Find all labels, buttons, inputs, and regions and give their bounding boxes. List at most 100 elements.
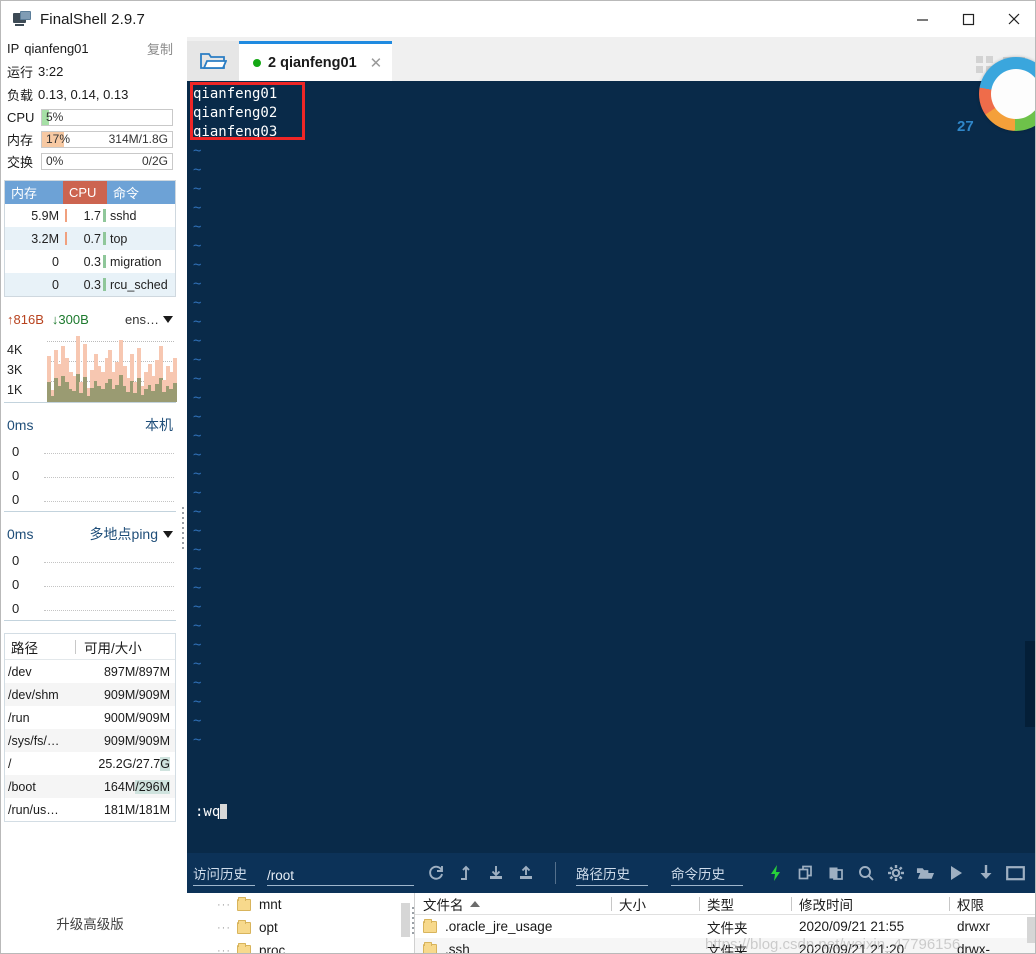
- column-header-command[interactable]: 命令: [107, 181, 175, 204]
- folder-open-icon[interactable]: [916, 864, 935, 883]
- disk-row[interactable]: / 25.2G/27.7G: [5, 752, 175, 775]
- cpu-bar-icon: [101, 278, 108, 291]
- play-icon[interactable]: [946, 864, 965, 883]
- network-y-label: 1K: [7, 383, 23, 397]
- tree-node-opt[interactable]: ··· opt: [187, 916, 414, 939]
- remote-path-input[interactable]: /root: [267, 860, 414, 886]
- column-header-permissions[interactable]: 权限: [949, 894, 1035, 914]
- tree-line: ···: [217, 921, 231, 934]
- file-permissions: drwxr: [957, 919, 990, 934]
- open-folder-button[interactable]: [187, 41, 239, 81]
- network-interface-selector[interactable]: ens…: [125, 312, 173, 327]
- process-memory: 5.9M: [31, 208, 59, 223]
- visit-history-field[interactable]: 访问历史: [193, 860, 256, 886]
- file-list-scrollbar[interactable]: [1027, 917, 1035, 943]
- disk-row[interactable]: /run 900M/909M: [5, 706, 175, 729]
- download-icon[interactable]: [486, 864, 505, 883]
- gear-icon[interactable]: [886, 864, 905, 883]
- process-cpu: 0.3: [83, 277, 101, 292]
- terminal-empty-line: ~: [193, 276, 202, 292]
- disk-row[interactable]: /run/us… 181M/181M: [5, 798, 175, 821]
- gauge-value: 27: [957, 118, 974, 135]
- command-history-button[interactable]: 命令历史: [671, 860, 743, 886]
- download-arrow-icon[interactable]: [976, 864, 995, 883]
- open-folder-icon: [200, 53, 227, 69]
- gridline: [44, 562, 174, 563]
- terminal-command-line: :wq: [195, 804, 228, 820]
- tab-close-icon[interactable]: ✕: [370, 54, 383, 72]
- tree-node-proc[interactable]: ··· proc: [187, 939, 414, 953]
- sidebar-splitter[interactable]: [179, 37, 187, 953]
- multi-ping-selector[interactable]: 多地点ping: [90, 524, 173, 544]
- search-icon[interactable]: [856, 864, 875, 883]
- disk-row[interactable]: /dev 897M/897M: [5, 660, 175, 683]
- minimize-button[interactable]: [899, 1, 945, 37]
- column-header-memory[interactable]: 内存: [5, 181, 63, 204]
- network-plot-area: [47, 333, 177, 402]
- terminal-output[interactable]: qianfeng01 qianfeng02 qianfeng03 ~ ~ ~ ~ ~ ~ ~ ~ ~ ~…: [187, 81, 1035, 853]
- column-header-path[interactable]: 路径: [5, 637, 75, 657]
- connection-status-icon: [253, 58, 261, 67]
- terminal-empty-line: ~: [193, 428, 202, 444]
- refresh-icon[interactable]: [426, 864, 445, 883]
- column-header-filename[interactable]: 文件名: [415, 894, 611, 914]
- disk-row[interactable]: /dev/shm 909M/909M: [5, 683, 175, 706]
- local-ping-value: 0ms: [7, 417, 34, 433]
- file-browser: ···mnt···opt···proc−···root 文件名 大小 类型 修改…: [187, 893, 1035, 954]
- lightning-icon[interactable]: [766, 864, 785, 883]
- process-row[interactable]: 0 0.3 migration: [5, 250, 175, 273]
- meter-row-memory: 内存 17% 314M/1.8G: [1, 129, 179, 150]
- network-y-label: 4K: [7, 343, 23, 357]
- column-header-size[interactable]: 大小: [611, 894, 699, 914]
- disk-path: /boot: [8, 779, 36, 794]
- folder-icon: [237, 919, 251, 934]
- process-command: rcu_sched: [110, 277, 168, 292]
- file-row[interactable]: .oracle_jre_usage 文件夹 2020/09/21 21:55 drwx…: [415, 915, 1035, 938]
- terminal-empty-line: ~: [193, 219, 202, 235]
- process-row[interactable]: 3.2M 0.7 top: [5, 227, 175, 250]
- disk-row[interactable]: /boot 164M/296M: [5, 775, 175, 798]
- upload-icon[interactable]: [516, 864, 535, 883]
- tree-line: ···: [217, 898, 231, 911]
- tab-qianfeng01[interactable]: 2 qianfeng01 ✕: [239, 41, 393, 81]
- disk-usage-table: 路径 可用/大小 /dev 897M/897M/dev/shm 909M/909M /…: [4, 633, 176, 822]
- meter-percent: 5%: [46, 110, 64, 124]
- column-header-cpu[interactable]: CPU: [63, 181, 107, 204]
- disk-table-header: 路径 可用/大小: [5, 634, 175, 660]
- file-row[interactable]: .ssh 文件夹 2020/09/21 21:20 drwx-: [415, 938, 1035, 954]
- tree-node-label: mnt: [259, 897, 282, 912]
- process-memory: 0: [52, 277, 59, 292]
- copy-icon[interactable]: [796, 864, 815, 883]
- column-header-modified[interactable]: 修改时间: [791, 894, 949, 914]
- column-header-type[interactable]: 类型: [699, 894, 791, 914]
- paste-icon[interactable]: [826, 864, 845, 883]
- disk-row[interactable]: /sys/fs/… 909M/909M: [5, 729, 175, 752]
- disk-path: /dev/shm: [8, 687, 59, 702]
- path-history-button[interactable]: 路径历史: [576, 860, 648, 886]
- maximize-button[interactable]: [945, 1, 991, 37]
- file-permissions: drwx-: [957, 942, 990, 954]
- network-stats-header: ↑ 816B ↓ 300B ens…: [1, 307, 179, 331]
- load-label: 负载: [7, 88, 34, 103]
- tree-scrollbar[interactable]: [401, 903, 410, 937]
- load-row: 负载 0.13, 0.14, 0.13: [1, 83, 179, 106]
- copy-button[interactable]: 复制: [147, 39, 173, 58]
- terminal-empty-line: ~: [193, 637, 202, 653]
- process-row[interactable]: 5.9M 1.7 sshd: [5, 204, 175, 227]
- window-icon[interactable]: [1006, 864, 1025, 883]
- tree-node-mnt[interactable]: ··· mnt: [187, 893, 414, 916]
- terminal-scrollbar[interactable]: [1025, 641, 1035, 727]
- process-table-header: 内存 CPU 命令: [5, 181, 175, 204]
- multi-ping-label: 多地点ping: [89, 526, 158, 542]
- network-traffic-graph: 4K 3K 1K: [4, 331, 177, 403]
- ping-y-label: 0: [12, 444, 20, 459]
- upload-arrow-icon[interactable]: [456, 864, 475, 883]
- column-header-available-size[interactable]: 可用/大小: [76, 637, 175, 657]
- file-name: .ssh: [445, 942, 470, 954]
- close-button[interactable]: [991, 1, 1035, 37]
- process-row[interactable]: 0 0.3 rcu_sched: [5, 273, 175, 296]
- terminal-empty-line: ~: [193, 409, 202, 425]
- upgrade-premium-button[interactable]: 升级高级版: [1, 891, 179, 953]
- tree-splitter-grip: [412, 907, 414, 937]
- network-download-value: 300B: [58, 311, 89, 327]
